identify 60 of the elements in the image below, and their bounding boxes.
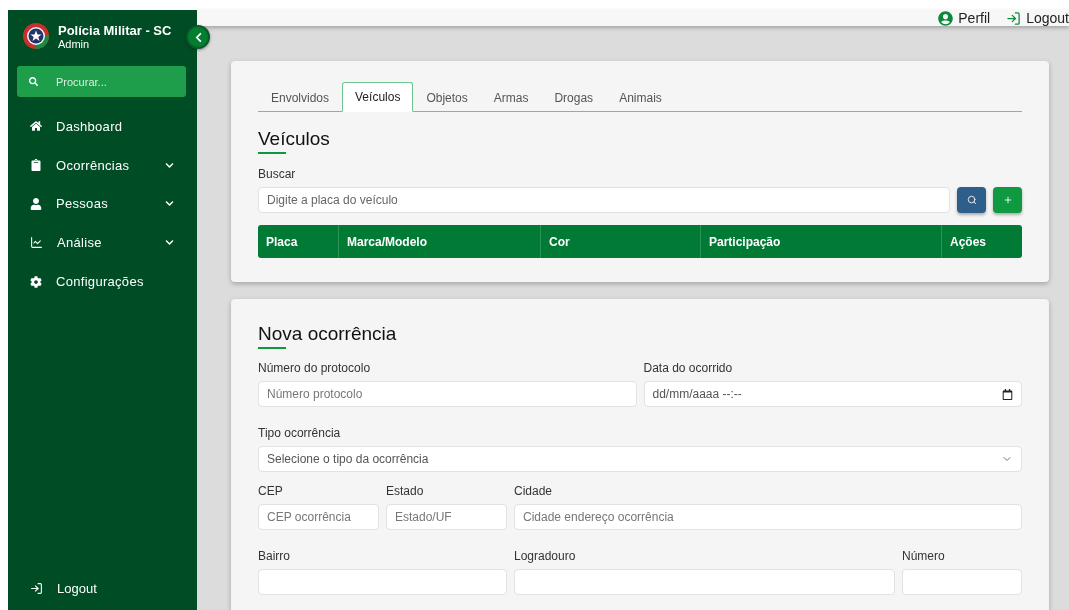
input-field[interactable]: Cidade endereço ocorrência <box>514 504 1022 530</box>
field-label: Logradouro <box>514 549 577 563</box>
search-input[interactable]: Procurar... <box>54 74 174 89</box>
sidebar-item[interactable]: Análise <box>17 223 186 263</box>
input-field[interactable] <box>514 569 895 595</box>
select-field[interactable]: Selecione o tipo da ocorrência <box>258 446 1022 472</box>
input-field[interactable]: Número protocolo <box>258 381 637 407</box>
field-label: Bairro <box>258 549 291 563</box>
column-header: Marca/Modelo <box>338 225 540 258</box>
field-label: Data do ocorrido <box>643 361 734 375</box>
logout-icon <box>30 581 43 595</box>
field-label: Buscar <box>258 167 297 181</box>
plate-search-field[interactable]: Digite a placa do veículo <box>258 187 950 213</box>
sidebar-item[interactable]: Ocorrências <box>17 145 186 185</box>
user-role: Admin <box>58 37 91 50</box>
section-heading: Nova ocorrência <box>258 323 397 345</box>
search-icon <box>29 76 38 87</box>
tab[interactable]: Envolvidos <box>258 82 343 112</box>
section-heading: Veículos <box>258 128 330 150</box>
search-button[interactable] <box>957 187 986 213</box>
search-field[interactable]: Procurar... <box>17 66 186 97</box>
field-label: Número do protocolo <box>258 361 372 375</box>
column-header: Participação <box>700 225 941 258</box>
sidebar-item[interactable]: Configurações <box>17 262 186 301</box>
field-label: Cidade <box>514 484 554 498</box>
logout-icon <box>1006 10 1022 26</box>
top-link[interactable]: Perfil <box>938 10 991 26</box>
sidebar-item[interactable]: Pessoas <box>17 184 186 224</box>
column-header: Cor <box>540 225 700 258</box>
home-icon <box>30 120 42 133</box>
column-header: Placa <box>265 233 299 251</box>
input-field[interactable]: CEP ocorrência <box>258 504 379 530</box>
person-icon <box>30 198 42 210</box>
input-field[interactable] <box>902 569 1022 595</box>
search-icon <box>966 195 977 205</box>
tab[interactable]: Objetos <box>413 82 481 112</box>
add-button[interactable] <box>993 187 1022 213</box>
date-field[interactable]: dd/mm/aaaa --:-- <box>643 381 1022 407</box>
line-chart-icon <box>30 236 43 250</box>
clipboard-icon <box>30 159 42 172</box>
gear-icon <box>30 275 42 288</box>
calendar-icon <box>1002 388 1013 400</box>
top-link[interactable]: Logout <box>1006 10 1069 26</box>
field-label: Número <box>902 549 946 563</box>
tab[interactable]: Veículos <box>342 82 414 112</box>
field-label: Tipo ocorrência <box>258 426 342 440</box>
logo-icon <box>23 23 49 49</box>
sidebar-item[interactable]: Dashboard <box>17 107 186 146</box>
tab[interactable]: Animais <box>606 82 675 112</box>
plus-icon <box>1002 195 1013 205</box>
field-label: Estado <box>386 484 425 498</box>
sidebar-item[interactable]: Logout <box>17 568 186 608</box>
column-header: Ações <box>941 225 1022 258</box>
field-label: CEP <box>258 484 284 498</box>
tab[interactable]: Armas <box>480 82 542 112</box>
input-field[interactable] <box>258 569 507 595</box>
app-title: Polícia Militar - SC <box>58 22 172 38</box>
collapse-button[interactable] <box>186 25 210 49</box>
tab[interactable]: Drogas <box>541 82 607 112</box>
input-field[interactable]: Estado/UF <box>386 504 507 530</box>
